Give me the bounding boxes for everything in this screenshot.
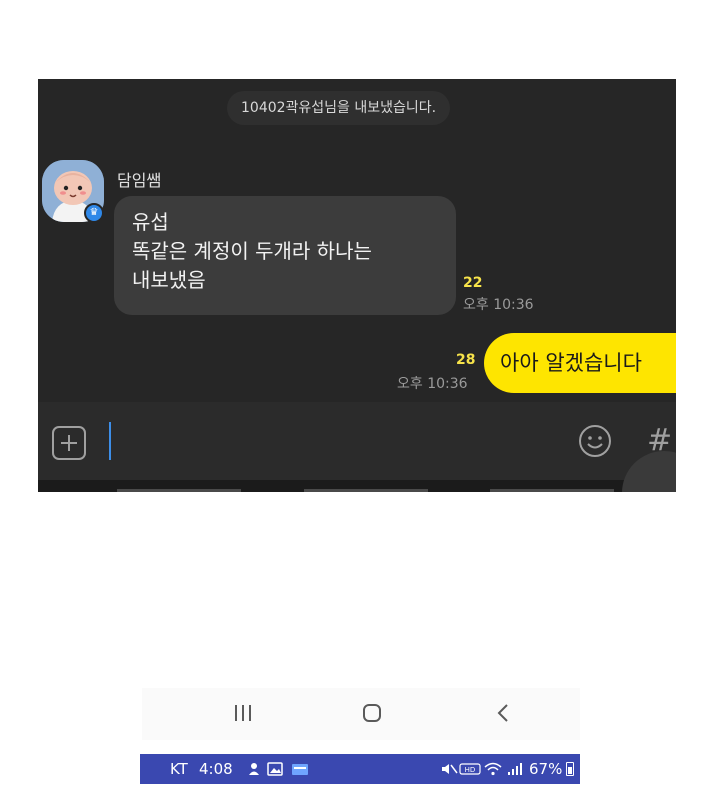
crown-icon: ♛	[84, 203, 104, 223]
sender-name: 담임쌤	[117, 171, 162, 190]
unread-count: 28	[456, 352, 476, 368]
status-bar: KT 4:08 HD 67%	[140, 754, 580, 784]
message-input-field[interactable]	[109, 422, 111, 460]
message-time: 오후 10:36	[397, 376, 468, 392]
incoming-message-bubble[interactable]: 유섭 똑같은 계정이 두개라 하나는 내보냈음	[114, 196, 456, 315]
strip-segment	[490, 489, 614, 492]
wifi-icon	[484, 762, 502, 776]
app-notification-icon	[292, 764, 308, 775]
strip-segment	[304, 489, 428, 492]
recent-apps-icon[interactable]	[232, 702, 254, 724]
mute-icon	[442, 764, 458, 774]
svg-text:HD: HD	[465, 766, 476, 774]
message-line: 똑같은 계정이 두개라 하나는	[132, 239, 372, 263]
strip-segment	[117, 489, 241, 492]
message-line: 내보냈음	[132, 268, 206, 292]
signal-icon	[508, 763, 522, 775]
hd-voice-icon: HD	[459, 763, 481, 775]
message-time: 오후 10:36	[463, 297, 534, 313]
navigation-bar	[142, 688, 580, 740]
outgoing-message-bubble[interactable]: 아아 알겠습니다	[484, 333, 676, 393]
battery-percent: 67%	[529, 760, 563, 778]
carrier-label: KT	[170, 760, 188, 778]
notification-icon	[249, 763, 259, 775]
unread-count: 22	[463, 275, 483, 291]
message-input-bar: #	[38, 402, 676, 480]
battery-icon	[566, 762, 574, 776]
message-line: 유섭	[132, 210, 169, 234]
home-icon[interactable]	[363, 704, 381, 722]
chat-screenshot: 10402곽유섭님을 내보냈습니다. ♛ 담임쌤 유섭 똑같은 계정이 두개라 …	[38, 79, 676, 492]
back-icon[interactable]	[492, 702, 514, 724]
clock: 4:08	[199, 760, 233, 778]
system-notice: 10402곽유섭님을 내보냈습니다.	[227, 91, 451, 125]
gallery-icon	[267, 762, 283, 776]
emoji-icon[interactable]	[578, 424, 612, 458]
plus-icon[interactable]	[52, 426, 86, 460]
